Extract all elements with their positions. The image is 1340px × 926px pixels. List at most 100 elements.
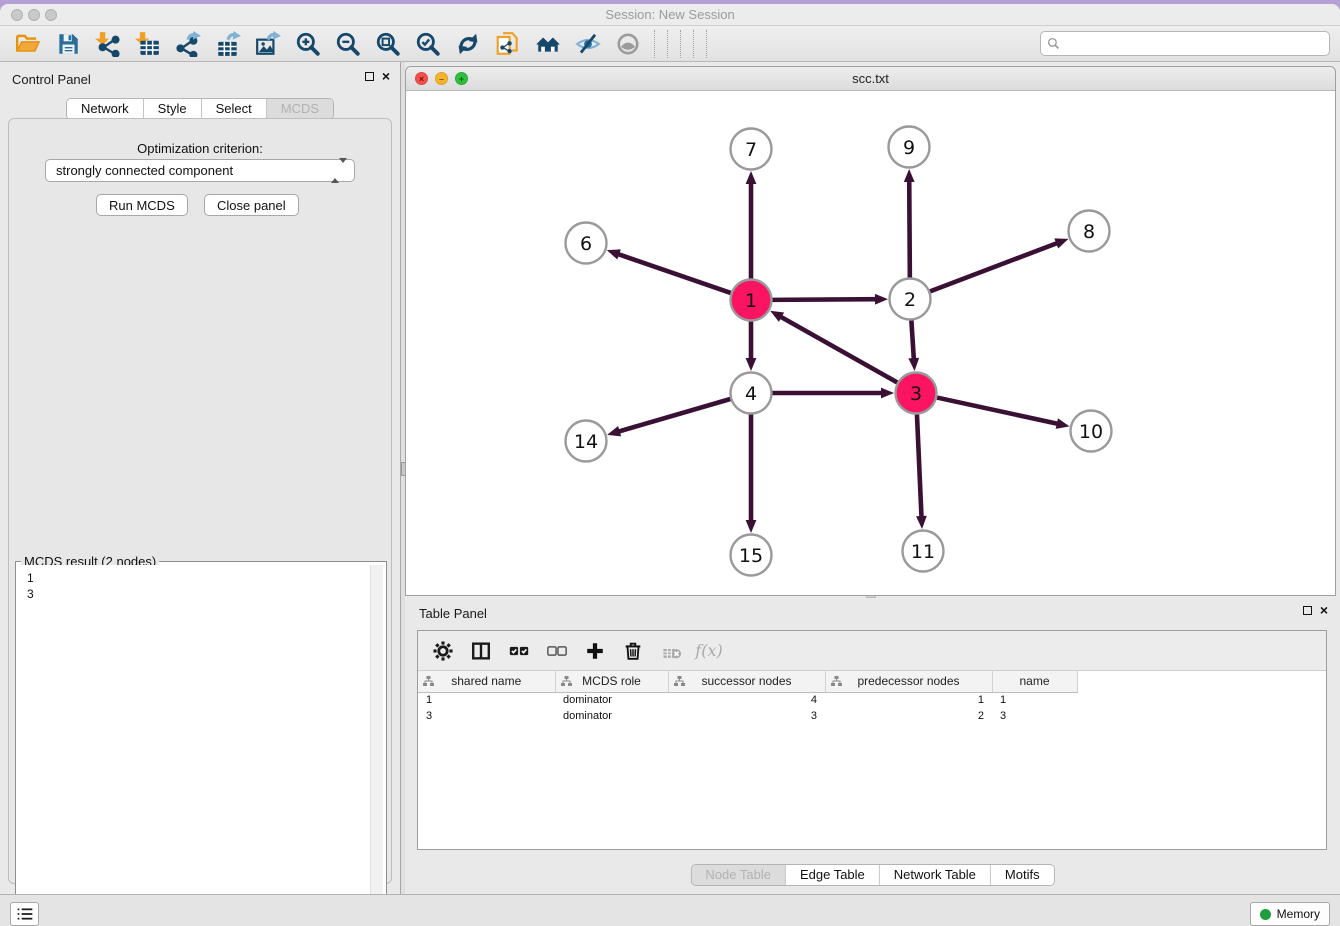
- edge-arrow-4-3: [881, 388, 894, 399]
- float-panel-icon[interactable]: [365, 72, 374, 81]
- show-details-button[interactable]: [608, 29, 648, 59]
- table-cell[interactable]: 3: [418, 708, 555, 724]
- network-window: × – + scc.txt 7968124314101511: [405, 66, 1336, 596]
- run-mcds-button[interactable]: Run MCDS: [96, 194, 188, 216]
- deselect-all-button[interactable]: [540, 635, 574, 667]
- open-session-button[interactable]: [8, 29, 48, 59]
- task-history-button[interactable]: [10, 902, 39, 926]
- edge-2-9[interactable]: [909, 180, 910, 278]
- node-label-2: 2: [904, 289, 916, 311]
- export-image-button[interactable]: [248, 29, 288, 59]
- edge-1-6[interactable]: [617, 254, 730, 293]
- search-input[interactable]: [1064, 37, 1329, 51]
- node-label-1: 1: [745, 290, 757, 312]
- tab-network[interactable]: Network: [67, 99, 144, 119]
- title-bar: Session: New Session: [0, 4, 1340, 26]
- edge-arrow-1-7: [746, 171, 757, 184]
- table-options-button[interactable]: [426, 635, 460, 667]
- plus-icon: [584, 640, 606, 662]
- search-box[interactable]: [1040, 31, 1330, 56]
- table-cell[interactable]: 1: [418, 692, 555, 708]
- edge-4-14[interactable]: [618, 399, 731, 432]
- export-table-button[interactable]: [208, 29, 248, 59]
- memory-status-icon: [1260, 909, 1271, 920]
- edge-3-10[interactable]: [937, 398, 1059, 424]
- optimization-criterion-label: Optimization criterion:: [9, 141, 391, 156]
- table-cell[interactable]: 2: [825, 708, 992, 724]
- import-network-button[interactable]: [88, 29, 128, 59]
- node-label-10: 10: [1079, 421, 1103, 443]
- table-cell[interactable]: dominator: [555, 708, 668, 724]
- clone-network-button[interactable]: [488, 29, 528, 59]
- table-cell[interactable]: 3: [668, 708, 825, 724]
- tab-motifs[interactable]: Motifs: [991, 865, 1054, 885]
- zoom-in-button[interactable]: [288, 29, 328, 59]
- tab-node-table[interactable]: Node Table: [691, 865, 786, 885]
- column-header-shared-name[interactable]: shared name: [418, 671, 555, 692]
- network-canvas[interactable]: 7968124314101511: [406, 91, 1335, 595]
- import-table-button[interactable]: [128, 29, 168, 59]
- criterion-dropdown[interactable]: strongly connected component: [45, 159, 355, 182]
- column-label: MCDS role: [582, 674, 641, 688]
- node-label-4: 4: [745, 383, 757, 405]
- houses-icon: [535, 31, 561, 57]
- table-row[interactable]: 1dominator411: [418, 692, 1077, 708]
- close-panel-icon[interactable]: ×: [382, 72, 390, 81]
- edge-arrow-2-9: [904, 169, 915, 182]
- column-label: name: [1019, 674, 1049, 688]
- node-table-container: f(x) shared nameMCDS rolesuccessor nodes…: [417, 630, 1327, 850]
- show-columns-button[interactable]: [464, 635, 498, 667]
- toolbar-separator: [667, 30, 668, 58]
- table-cell[interactable]: 4: [668, 692, 825, 708]
- select-all-button[interactable]: [502, 635, 536, 667]
- add-column-button[interactable]: [578, 635, 612, 667]
- column-label: predecessor nodes: [857, 674, 959, 688]
- network-window-titlebar[interactable]: × – + scc.txt: [406, 67, 1335, 91]
- result-scrollbar[interactable]: [370, 565, 383, 926]
- mcds-result-group: MCDS result (2 nodes) 1 3: [15, 561, 387, 926]
- save-icon: [55, 31, 81, 57]
- mcds-result-list[interactable]: 1 3: [19, 565, 383, 926]
- table-cell[interactable]: 1: [825, 692, 992, 708]
- gear-icon: [432, 640, 454, 662]
- apply-layout-button[interactable]: [448, 29, 488, 59]
- table-cell[interactable]: dominator: [555, 692, 668, 708]
- float-table-panel-icon[interactable]: [1303, 606, 1312, 615]
- edge-3-11[interactable]: [917, 414, 922, 518]
- close-table-panel-icon[interactable]: ×: [1320, 606, 1328, 615]
- hide-details-button[interactable]: [568, 29, 608, 59]
- delete-row-button[interactable]: [616, 635, 650, 667]
- edge-3-1[interactable]: [780, 316, 898, 382]
- control-panel-title: Control Panel: [12, 72, 91, 87]
- tab-style[interactable]: Style: [144, 99, 202, 119]
- export-network-icon: [175, 31, 201, 57]
- tab-edge-table[interactable]: Edge Table: [786, 865, 880, 885]
- column-header-successor-nodes[interactable]: successor nodes: [668, 671, 825, 692]
- export-network-button[interactable]: [168, 29, 208, 59]
- tab-network-table[interactable]: Network Table: [880, 865, 991, 885]
- zoom-fit-button[interactable]: [368, 29, 408, 59]
- status-bar: Memory: [0, 894, 1340, 926]
- zoom-selected-button[interactable]: [408, 29, 448, 59]
- table-cell[interactable]: 3: [992, 708, 1077, 724]
- edge-arrow-2-8: [1054, 238, 1068, 248]
- column-header-name[interactable]: name: [992, 671, 1077, 692]
- import-table-icon: [135, 31, 161, 57]
- zoom-out-button[interactable]: [328, 29, 368, 59]
- node-label-6: 6: [580, 233, 592, 255]
- edge-2-3[interactable]: [911, 320, 914, 360]
- table-row[interactable]: 3dominator323: [418, 708, 1077, 724]
- column-header-predecessor-nodes[interactable]: predecessor nodes: [825, 671, 992, 692]
- tab-mcds[interactable]: MCDS: [267, 99, 333, 119]
- save-session-button[interactable]: [48, 29, 88, 59]
- column-header-MCDS-role[interactable]: MCDS role: [555, 671, 668, 692]
- tab-select[interactable]: Select: [202, 99, 267, 119]
- edge-arrow-2-3: [908, 358, 919, 371]
- column-label: successor nodes: [701, 674, 791, 688]
- first-neighbors-button[interactable]: [528, 29, 568, 59]
- edge-2-8[interactable]: [930, 243, 1058, 292]
- edge-1-2[interactable]: [772, 299, 877, 300]
- close-panel-button[interactable]: Close panel: [204, 194, 299, 216]
- memory-button[interactable]: Memory: [1250, 902, 1330, 926]
- table-cell[interactable]: 1: [992, 692, 1077, 708]
